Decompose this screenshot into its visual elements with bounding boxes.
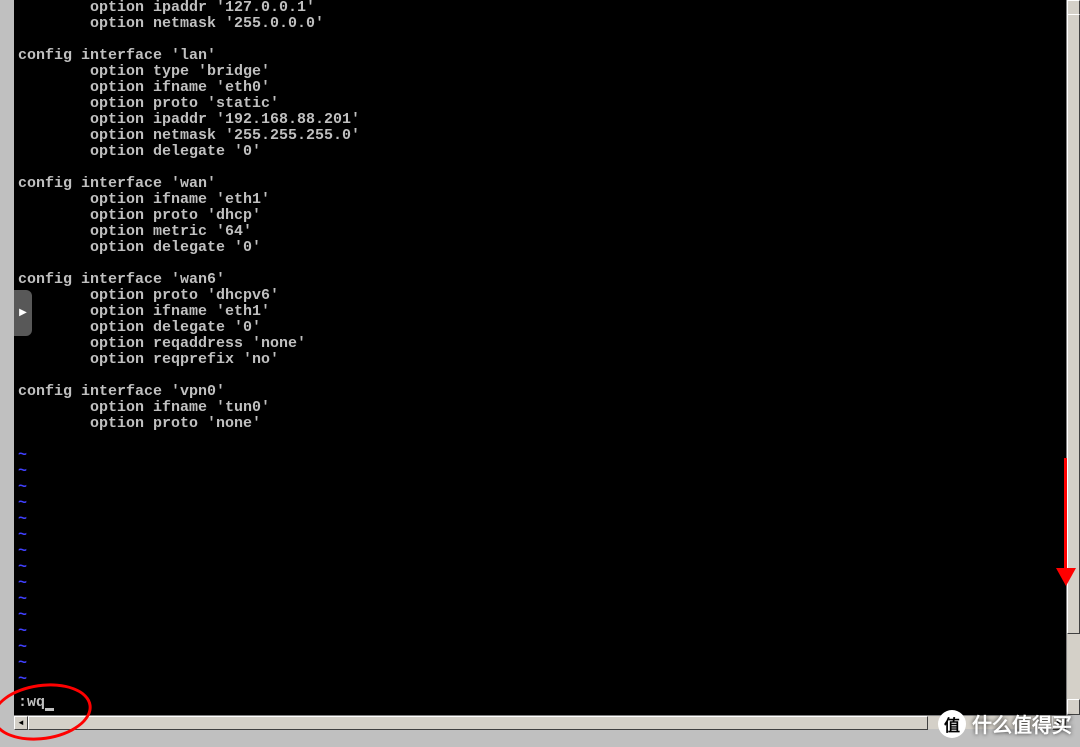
vertical-scrollbar-thumb[interactable] [1067,14,1080,634]
watermark: 值 什么值得买 [938,709,1072,738]
vim-command-line[interactable]: :wq [18,695,54,711]
vim-empty-line: ~ [18,656,1062,672]
vim-empty-line: ~ [18,608,1062,624]
vim-empty-line: ~ [18,448,1062,464]
side-expand-tab[interactable]: ▶ [14,290,32,336]
vim-empty-line: ~ [18,464,1062,480]
vertical-scrollbar[interactable] [1066,0,1080,715]
horizontal-scrollbar-thumb[interactable] [28,716,928,730]
terminal-content: option ipaddr '127.0.0.1' option netmask… [14,0,1066,688]
watermark-logo: 值 [938,710,966,738]
terminal[interactable]: option ipaddr '127.0.0.1' option netmask… [14,0,1066,715]
vim-empty-line: ~ [18,544,1062,560]
vim-empty-line: ~ [18,528,1062,544]
vim-empty-line: ~ [18,496,1062,512]
horizontal-scrollbar[interactable]: ◄ ► [14,715,1066,729]
chevron-right-icon: ▶ [19,307,27,319]
vim-command: :wq [18,694,45,711]
vim-empty-line: ~ [18,560,1062,576]
vim-empty-line: ~ [18,592,1062,608]
vim-empty-line: ~ [18,624,1062,640]
cursor [45,708,54,711]
vim-empty-line: ~ [18,672,1062,688]
scroll-left-button[interactable]: ◄ [14,716,28,730]
vim-empty-line: ~ [18,480,1062,496]
vim-empty-line: ~ [18,640,1062,656]
vim-empty-line: ~ [18,576,1062,592]
watermark-text: 什么值得买 [972,709,1072,738]
vim-empty-line: ~ [18,512,1062,528]
